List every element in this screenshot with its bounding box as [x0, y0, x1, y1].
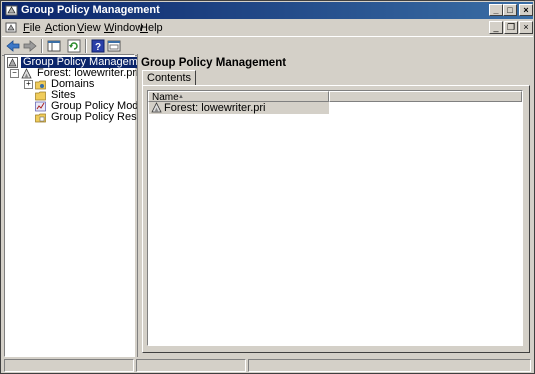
menu-view-label: iew: [84, 22, 101, 34]
help-icon[interactable]: ?: [90, 38, 106, 54]
status-panel-right: [248, 359, 531, 372]
tab-contents[interactable]: Contents: [142, 70, 197, 86]
properties-icon[interactable]: [106, 38, 122, 54]
status-bar: [2, 358, 533, 373]
menu-file-accel: F: [23, 22, 30, 34]
status-panel-middle: [136, 359, 246, 372]
app-window: Group Policy Management _ □ × File Actio…: [0, 0, 535, 374]
menu-file[interactable]: File: [20, 21, 44, 35]
menu-file-label: ile: [29, 22, 41, 34]
sites-folder-icon: [35, 91, 46, 101]
menu-window-accel: W: [104, 22, 115, 34]
minimize-button[interactable]: _: [489, 4, 503, 16]
svg-text:?: ?: [95, 42, 101, 53]
window-title: Group Policy Management: [21, 4, 160, 16]
contents-list[interactable]: Name ▲ Forest: lowewriter.pri: [147, 90, 523, 346]
title-bar[interactable]: Group Policy Management _ □ ×: [2, 2, 533, 19]
gpmc-root-icon: [7, 57, 18, 68]
mdi-minimize-button[interactable]: _: [489, 21, 503, 34]
maximize-button[interactable]: □: [503, 4, 517, 16]
menu-bar: File Action View Window Help: [2, 20, 533, 36]
forest-icon: [151, 102, 162, 113]
refresh-icon[interactable]: [66, 38, 82, 54]
status-panel-left: [4, 359, 134, 372]
forest-icon: [21, 68, 32, 79]
details-pane: Group Policy Management Contents Name ▲ …: [137, 54, 534, 357]
column-header-name[interactable]: Name ▲: [148, 91, 329, 103]
toolbar-separator: [85, 39, 87, 53]
tab-content-area: Name ▲ Forest: lowewriter.pri: [142, 85, 530, 353]
menu-help[interactable]: Help: [137, 21, 166, 35]
list-item[interactable]: Forest: lowewriter.pri: [149, 102, 329, 114]
forward-icon[interactable]: [22, 38, 38, 54]
back-icon[interactable]: [5, 38, 21, 54]
gp-modeling-icon: [35, 101, 46, 112]
show-hide-tree-icon[interactable]: [46, 38, 62, 54]
column-header-blank[interactable]: [329, 91, 522, 102]
mdi-restore-button[interactable]: ❐: [504, 21, 518, 34]
toolbar-separator: [41, 39, 43, 53]
forest-collapse-toggle[interactable]: −: [10, 69, 19, 78]
gpmc-app-icon: [5, 5, 18, 16]
domains-expand-toggle[interactable]: +: [24, 80, 33, 89]
mdi-close-button[interactable]: ×: [519, 21, 533, 34]
toolbar: ?: [2, 36, 533, 56]
console-tree[interactable]: Group Policy Management − Forest: lowewr…: [4, 54, 162, 357]
menu-help-accel: H: [140, 22, 148, 34]
gp-results-icon: [35, 113, 46, 123]
menu-view[interactable]: View: [74, 21, 104, 35]
menu-action-label: ction: [52, 22, 76, 34]
menu-help-label: elp: [147, 22, 163, 34]
pane-title: Group Policy Management: [141, 57, 287, 69]
close-button[interactable]: ×: [519, 4, 533, 16]
domains-folder-icon: [35, 80, 46, 90]
mdi-child-icon[interactable]: [5, 22, 17, 34]
list-item-label: Forest: lowewriter.pri: [164, 102, 266, 114]
